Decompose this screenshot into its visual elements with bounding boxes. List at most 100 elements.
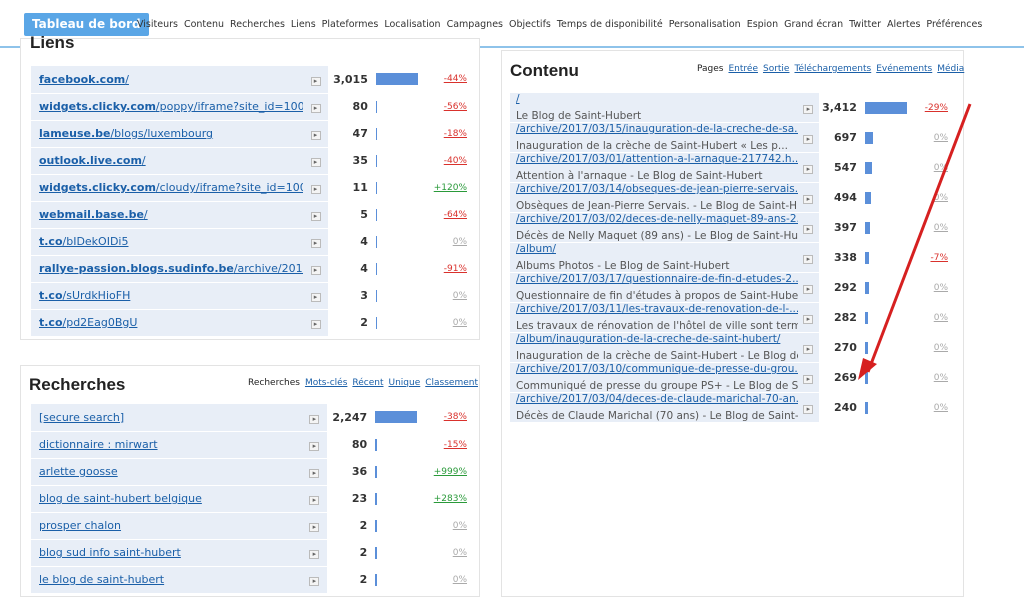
page-url-link[interactable]: /archive/2017/03/14/obseques-de-jean-pie… bbox=[516, 183, 798, 195]
change-value[interactable]: -40% bbox=[444, 156, 467, 166]
expand-icon[interactable]: ▸ bbox=[310, 239, 321, 248]
change-value[interactable]: 0% bbox=[934, 193, 948, 203]
contenu-tab[interactable]: Média bbox=[937, 64, 964, 74]
expand-icon[interactable]: ▸ bbox=[309, 523, 320, 532]
expand-icon[interactable]: ▸ bbox=[803, 285, 814, 294]
change-value[interactable]: 0% bbox=[934, 313, 948, 323]
recherches-tab[interactable]: Mots-clés bbox=[305, 378, 347, 388]
nav-link[interactable]: Twitter bbox=[849, 19, 881, 30]
expand-icon[interactable]: ▸ bbox=[803, 195, 814, 204]
contenu-tab[interactable]: Pages bbox=[697, 64, 723, 74]
page-url-link[interactable]: /archive/2017/03/10/communique-de-presse… bbox=[516, 363, 798, 375]
expand-icon[interactable]: ▸ bbox=[803, 165, 814, 174]
referrer-link[interactable]: lameuse.be/blogs/luxembourg bbox=[39, 127, 213, 140]
nav-link[interactable]: Visiteurs bbox=[137, 19, 178, 30]
nav-link[interactable]: Temps de disponibilité bbox=[557, 19, 663, 30]
change-value[interactable]: 0% bbox=[453, 548, 467, 558]
search-term-link[interactable]: prosper chalon bbox=[39, 519, 121, 532]
referrer-link[interactable]: facebook.com/ bbox=[39, 73, 129, 86]
change-value[interactable]: 0% bbox=[453, 318, 467, 328]
change-value[interactable]: 0% bbox=[934, 163, 948, 173]
expand-icon[interactable]: ▸ bbox=[309, 442, 320, 451]
expand-icon[interactable]: ▸ bbox=[310, 104, 321, 113]
page-url-link[interactable]: /album/inauguration-de-la-creche-de-sain… bbox=[516, 333, 798, 345]
change-value[interactable]: 0% bbox=[934, 133, 948, 143]
expand-icon[interactable]: ▸ bbox=[310, 76, 321, 86]
change-value[interactable]: 0% bbox=[453, 521, 467, 531]
expand-icon[interactable]: ▸ bbox=[803, 375, 814, 384]
expand-icon[interactable]: ▸ bbox=[803, 315, 814, 324]
page-url-link[interactable]: /archive/2017/03/02/deces-de-nelly-maque… bbox=[516, 213, 798, 225]
change-value[interactable]: +283% bbox=[434, 494, 467, 504]
page-url-link[interactable]: /archive/2017/03/11/les-travaux-de-renov… bbox=[516, 303, 798, 315]
change-value[interactable]: 0% bbox=[453, 291, 467, 301]
nav-link[interactable]: Espion bbox=[747, 19, 778, 30]
change-value[interactable]: -15% bbox=[444, 440, 467, 450]
recherches-tab[interactable]: Récent bbox=[352, 378, 383, 388]
expand-icon[interactable]: ▸ bbox=[803, 105, 814, 114]
referrer-link[interactable]: t.co/sUrdkHioFH bbox=[39, 289, 130, 302]
contenu-tab[interactable]: Téléchargements bbox=[794, 64, 871, 74]
expand-icon[interactable]: ▸ bbox=[310, 320, 321, 329]
expand-icon[interactable]: ▸ bbox=[310, 212, 321, 221]
expand-icon[interactable]: ▸ bbox=[310, 185, 321, 194]
referrer-link[interactable]: webmail.base.be/ bbox=[39, 208, 148, 221]
expand-icon[interactable]: ▸ bbox=[309, 550, 320, 559]
expand-icon[interactable]: ▸ bbox=[309, 414, 320, 424]
expand-icon[interactable]: ▸ bbox=[309, 577, 320, 586]
nav-link[interactable]: Objectifs bbox=[509, 19, 551, 30]
nav-link[interactable]: Campagnes bbox=[447, 19, 503, 30]
nav-link[interactable]: Alertes bbox=[887, 19, 920, 30]
search-term-link[interactable]: arlette goosse bbox=[39, 465, 118, 478]
change-value[interactable]: 0% bbox=[934, 373, 948, 383]
change-value[interactable]: -18% bbox=[444, 129, 467, 139]
change-value[interactable]: +120% bbox=[434, 183, 467, 193]
page-url-link[interactable]: /archive/2017/03/17/questionnaire-de-fin… bbox=[516, 273, 798, 285]
contenu-tab[interactable]: Evénements bbox=[876, 64, 932, 74]
expand-icon[interactable]: ▸ bbox=[803, 255, 814, 264]
nav-link[interactable]: Recherches bbox=[230, 19, 285, 30]
expand-icon[interactable]: ▸ bbox=[309, 496, 320, 505]
expand-icon[interactable]: ▸ bbox=[310, 158, 321, 167]
search-term-link[interactable]: le blog de saint-hubert bbox=[39, 573, 164, 586]
recherches-tab[interactable]: Recherches bbox=[248, 378, 300, 388]
nav-link[interactable]: Personalisation bbox=[669, 19, 741, 30]
nav-link[interactable]: Contenu bbox=[184, 19, 224, 30]
expand-icon[interactable]: ▸ bbox=[310, 131, 321, 140]
nav-link[interactable]: Liens bbox=[291, 19, 316, 30]
page-url-link[interactable]: /album/ bbox=[516, 243, 798, 255]
change-value[interactable]: 0% bbox=[934, 223, 948, 233]
change-value[interactable]: 0% bbox=[934, 283, 948, 293]
expand-icon[interactable]: ▸ bbox=[803, 135, 814, 144]
recherches-tab[interactable]: Classement bbox=[425, 378, 478, 388]
referrer-link[interactable]: t.co/pd2Eag0BgU bbox=[39, 316, 137, 329]
change-value[interactable]: -7% bbox=[930, 253, 948, 263]
recherches-tab[interactable]: Unique bbox=[389, 378, 421, 388]
change-value[interactable]: 0% bbox=[934, 403, 948, 413]
change-value[interactable]: 0% bbox=[453, 575, 467, 585]
change-value[interactable]: -56% bbox=[444, 102, 467, 112]
expand-icon[interactable]: ▸ bbox=[803, 345, 814, 354]
change-value[interactable]: -64% bbox=[444, 210, 467, 220]
nav-link[interactable]: Plateformes bbox=[322, 19, 379, 30]
expand-icon[interactable]: ▸ bbox=[803, 405, 814, 414]
page-url-link[interactable]: /archive/2017/03/04/deces-de-claude-mari… bbox=[516, 393, 798, 405]
nav-link[interactable]: Localisation bbox=[384, 19, 440, 30]
search-term-link[interactable]: blog de saint-hubert belgique bbox=[39, 492, 202, 505]
page-url-link[interactable]: / bbox=[516, 93, 798, 105]
referrer-link[interactable]: t.co/bIDekOIDi5 bbox=[39, 235, 128, 248]
change-value[interactable]: -29% bbox=[925, 103, 948, 113]
search-term-link[interactable]: blog sud info saint-hubert bbox=[39, 546, 181, 559]
change-value[interactable]: 0% bbox=[934, 343, 948, 353]
expand-icon[interactable]: ▸ bbox=[310, 266, 321, 275]
expand-icon[interactable]: ▸ bbox=[803, 225, 814, 234]
referrer-link[interactable]: widgets.clicky.com/cloudy/iframe?site_id… bbox=[39, 181, 303, 194]
page-url-link[interactable]: /archive/2017/03/15/inauguration-de-la-c… bbox=[516, 123, 798, 135]
change-value[interactable]: -44% bbox=[444, 74, 467, 84]
search-term-link[interactable]: [secure search] bbox=[39, 411, 124, 424]
expand-icon[interactable]: ▸ bbox=[310, 293, 321, 302]
change-value[interactable]: 0% bbox=[453, 237, 467, 247]
change-value[interactable]: -91% bbox=[444, 264, 467, 274]
contenu-tab[interactable]: Sortie bbox=[763, 64, 790, 74]
referrer-link[interactable]: outlook.live.com/ bbox=[39, 154, 146, 167]
